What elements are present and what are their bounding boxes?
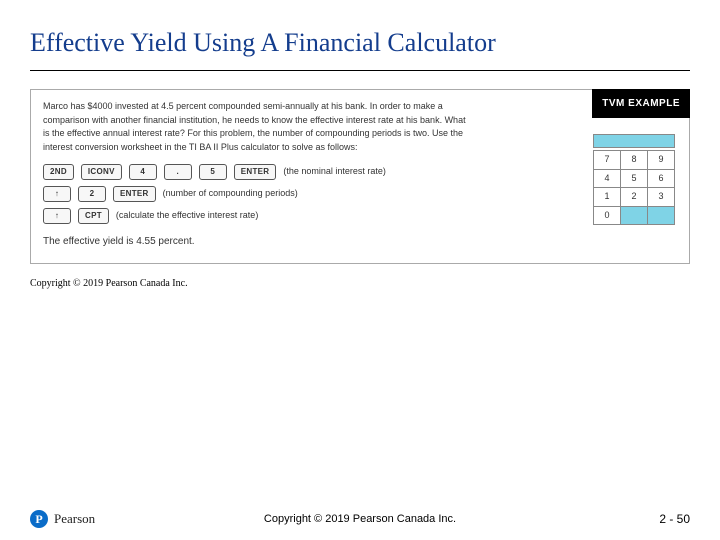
title-divider — [30, 70, 690, 71]
calculator-screen — [593, 134, 675, 148]
keypad-grid: 7 8 9 4 5 6 1 2 3 0 — [593, 150, 675, 225]
calc-key-up: ↑ — [43, 186, 71, 202]
slide-title: Effective Yield Using A Financial Calcul… — [0, 0, 720, 64]
key-sequence-3: ↑ CPT (calculate the effective interest … — [43, 208, 549, 224]
keypad-blank — [648, 206, 675, 225]
keypad-key: 6 — [648, 169, 675, 188]
inner-copyright: Copyright © 2019 Pearson Canada Inc. — [30, 278, 690, 289]
footer-copyright: Copyright © 2019 Pearson Canada Inc. — [264, 513, 456, 525]
sequence-note: (the nominal interest rate) — [283, 165, 386, 179]
calc-key-dot: . — [164, 164, 192, 180]
keypad-key: 9 — [648, 151, 675, 170]
example-container: TVM EXAMPLE 7 8 9 4 5 6 1 2 3 — [30, 89, 690, 264]
calc-key-enter: ENTER — [113, 186, 156, 202]
keypad-key: 4 — [594, 169, 621, 188]
key-sequence-1: 2ND ICONV 4 . 5 ENTER (the nominal inter… — [43, 164, 549, 180]
keypad-blank — [621, 206, 648, 225]
pearson-badge-icon: P — [30, 510, 48, 528]
keypad-key: 3 — [648, 188, 675, 207]
calc-key-5: 5 — [199, 164, 227, 180]
key-sequence-2: ↑ 2 ENTER (number of compounding periods… — [43, 186, 549, 202]
page-number: 2 - 50 — [659, 512, 690, 526]
result-text: The effective yield is 4.55 percent. — [43, 234, 549, 249]
keypad-key: 0 — [594, 206, 621, 225]
calc-key-up: ↑ — [43, 208, 71, 224]
keypad-key: 5 — [621, 169, 648, 188]
calculator-keypad: 7 8 9 4 5 6 1 2 3 0 — [593, 134, 675, 225]
tvm-example-label: TVM EXAMPLE — [592, 89, 690, 118]
calc-key-2nd: 2ND — [43, 164, 74, 180]
pearson-wordmark: Pearson — [54, 511, 95, 527]
pearson-logo: P Pearson — [30, 510, 95, 528]
calc-key-2: 2 — [78, 186, 106, 202]
calc-key-4: 4 — [129, 164, 157, 180]
keypad-key: 1 — [594, 188, 621, 207]
calc-key-iconv: ICONV — [81, 164, 122, 180]
tvm-example-box: TVM EXAMPLE 7 8 9 4 5 6 1 2 3 — [30, 89, 690, 264]
sequence-note: (calculate the effective interest rate) — [116, 209, 258, 223]
calc-key-cpt: CPT — [78, 208, 109, 224]
keypad-key: 8 — [621, 151, 648, 170]
keypad-key: 2 — [621, 188, 648, 207]
sequence-note: (number of compounding periods) — [163, 187, 298, 201]
keypad-key: 7 — [594, 151, 621, 170]
footer: P Pearson Copyright © 2019 Pearson Canad… — [0, 510, 720, 528]
calc-key-enter: ENTER — [234, 164, 277, 180]
problem-text: Marco has $4000 invested at 4.5 percent … — [43, 100, 473, 154]
